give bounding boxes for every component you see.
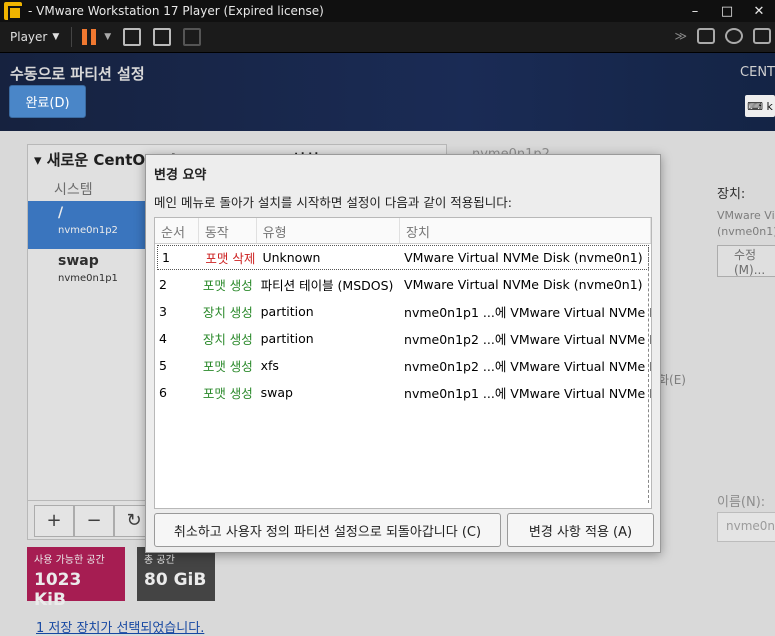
order-cell: 2 <box>159 277 167 292</box>
player-menu-label: Player <box>10 30 48 44</box>
fullscreen-icon[interactable] <box>153 28 172 46</box>
unity-icon[interactable] <box>183 28 202 46</box>
column-header[interactable]: 장치 <box>400 218 651 243</box>
device-cell: nvme0n1p1 ...에 VMware Virtual NVMe Dis <box>404 305 651 320</box>
type-cell: Unknown <box>262 250 321 265</box>
type-cell: 파티션 테이블 (MSDOS) <box>260 278 394 293</box>
type-cell: partition <box>260 331 314 346</box>
hard-disk-icon[interactable] <box>697 28 715 44</box>
action-cell: 포맷 생성 <box>202 278 253 293</box>
order-cell: 5 <box>159 358 167 373</box>
order-cell: 4 <box>159 331 167 346</box>
action-cell: 장치 생성 <box>202 305 253 320</box>
table-row[interactable]: 4 장치 생성 partition nvme0n1p2 ...에 VMware Vir… <box>155 325 651 352</box>
device-cell: VMware Virtual NVMe Disk (nvme0n1) <box>404 277 643 292</box>
table-row[interactable]: 3 장치 생성 partition nvme0n1p1 ...에 VMware Vir… <box>155 298 651 325</box>
chevron-down-icon: ▼ <box>52 32 60 42</box>
device-cell: nvme0n1p2 ...에 VMware Virtual NVMe Dis <box>404 332 651 347</box>
table-row[interactable]: 6 포맷 생성 swap nvme0n1p1 ...에 VMware Virtual … <box>155 379 651 406</box>
type-cell: partition <box>260 304 314 319</box>
send-ctrl-alt-del-icon[interactable] <box>123 28 142 46</box>
toolbar-divider <box>71 27 73 47</box>
column-header[interactable]: 유형 <box>257 218 401 243</box>
vmware-logo-icon <box>4 2 22 20</box>
action-cell: 포맷 생성 <box>202 386 253 401</box>
keyboard-layout-button[interactable]: ⌨ k <box>745 95 775 117</box>
forward-arrows-icon[interactable]: ≫ <box>674 29 687 43</box>
network-icon[interactable] <box>753 28 771 44</box>
vmware-toolbar: Player ▼ ▼ ≫ <box>0 22 775 53</box>
action-cell: 포맷 삭제 <box>205 251 256 266</box>
minimize-button[interactable]: – <box>679 0 711 22</box>
cd-drive-icon[interactable] <box>725 28 743 44</box>
close-button[interactable]: ✕ <box>743 0 775 22</box>
cancel-button[interactable]: 취소하고 사용자 정의 파티션 설정으로 되돌아갑니다 (C) <box>154 513 501 547</box>
page-title: 수동으로 파티션 설정 <box>10 65 145 83</box>
device-cell: nvme0n1p1 ...에 VMware Virtual NVMe Dis <box>404 386 651 401</box>
action-cell: 장치 생성 <box>202 332 253 347</box>
type-cell: xfs <box>260 358 279 373</box>
summary-dialog: 변경 요약 메인 메뉴로 돌아가 설치를 시작하면 설정이 다음과 같이 적용됩… <box>145 154 661 553</box>
table-row[interactable]: 5 포맷 생성 xfs nvme0n1p2 ...에 VMware Virtual N… <box>155 352 651 379</box>
apply-changes-button[interactable]: 변경 사항 적용 (A) <box>507 513 654 547</box>
column-header[interactable]: 순서 <box>155 218 199 243</box>
device-status-icons: ≫ <box>674 28 771 44</box>
window-controls: – □ ✕ <box>679 0 775 22</box>
player-menu[interactable]: Player ▼ <box>10 30 59 44</box>
table-row[interactable]: 1 포맷 삭제 Unknown VMware Virtual NVMe Disk (n… <box>157 245 649 270</box>
done-button[interactable]: 완료(D) <box>9 85 86 118</box>
order-cell: 6 <box>159 385 167 400</box>
scroll-indicator <box>648 248 649 503</box>
column-header[interactable]: 동작 <box>199 218 257 243</box>
order-cell: 1 <box>162 250 170 265</box>
type-cell: swap <box>260 385 293 400</box>
action-cell: 포맷 생성 <box>202 359 253 374</box>
changes-table: 순서 동작 유형 장치 1 포맷 삭제 Unknown VMware Virtual … <box>154 217 652 509</box>
installer-header: 수동으로 파티션 설정 완료(D) CENT ⌨ k <box>0 53 775 131</box>
device-cell: nvme0n1p2 ...에 VMware Virtual NVMe Dis <box>404 359 651 374</box>
maximize-button[interactable]: □ <box>711 0 743 22</box>
window-titlebar: - VMware Workstation 17 Player (Expired … <box>0 0 775 22</box>
device-cell: VMware Virtual NVMe Disk (nvme0n1) <box>404 250 643 265</box>
dialog-title: 변경 요약 <box>154 168 207 183</box>
window-title: - VMware Workstation 17 Player (Expired … <box>28 4 324 18</box>
table-body: 1 포맷 삭제 Unknown VMware Virtual NVMe Disk (n… <box>155 245 651 406</box>
table-header: 순서 동작 유형 장치 <box>155 218 651 244</box>
distro-label: CENT <box>740 65 775 80</box>
order-cell: 3 <box>159 304 167 319</box>
pause-icon[interactable] <box>82 29 97 45</box>
table-row[interactable]: 2 포맷 생성 파티션 테이블 (MSDOS) VMware Virtual NVMe… <box>155 271 651 298</box>
chevron-down-icon[interactable]: ▼ <box>104 32 111 42</box>
dialog-message: 메인 메뉴로 돌아가 설치를 시작하면 설정이 다음과 같이 적용됩니다: <box>154 195 512 210</box>
